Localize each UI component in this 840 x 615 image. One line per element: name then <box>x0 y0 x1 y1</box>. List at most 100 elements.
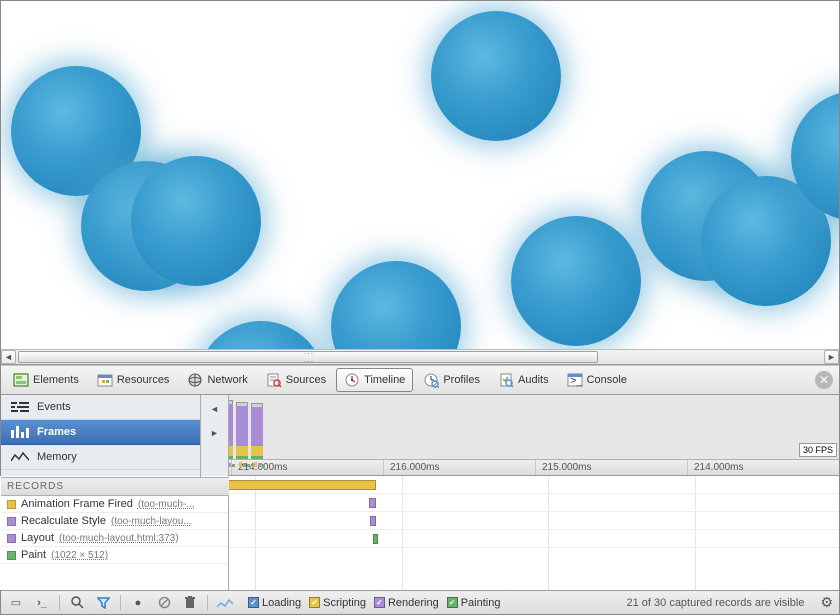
search-icon[interactable] <box>68 594 86 612</box>
canvas-row <box>201 512 839 530</box>
devtools-panel: Elements Resources Network Sources Timeline P… <box>1 365 839 614</box>
record-label: Recalculate Style <box>21 515 106 527</box>
dock-icon[interactable]: ▭ <box>7 594 25 612</box>
canvas-row <box>201 494 839 512</box>
sidebar-item-memory[interactable]: Memory <box>1 445 200 470</box>
console-icon: >_ <box>567 372 583 388</box>
record-icon[interactable]: ● <box>129 594 147 612</box>
fps-badge: 30 FPS <box>799 443 837 457</box>
timeline-bar[interactable] <box>226 480 376 490</box>
sources-icon <box>266 372 282 388</box>
legend: ✓Loading✓Scripting✓Rendering✓Painting <box>248 597 500 609</box>
records-area: ▶ <box>201 476 839 590</box>
next-frame-icon[interactable]: ► <box>205 423 225 443</box>
sidebar-item-frames[interactable]: Frames <box>1 420 200 445</box>
legend-label: Rendering <box>388 597 439 609</box>
legend-item-painting[interactable]: ✓Painting <box>447 597 501 609</box>
tab-elements[interactable]: Elements <box>5 368 87 392</box>
events-icon <box>11 400 29 414</box>
tab-label: Resources <box>117 374 170 386</box>
tab-console[interactable]: >_ Console <box>559 368 635 392</box>
filter-icon[interactable] <box>94 594 112 612</box>
checkbox-icon[interactable]: ✓ <box>309 597 320 608</box>
gear-icon[interactable]: ⚙ <box>820 594 833 611</box>
svg-text:>_: >_ <box>570 375 583 387</box>
frame-bar[interactable] <box>251 403 263 459</box>
records-header: RECORDS <box>1 477 229 496</box>
record-row[interactable]: Recalculate Style (too-much-layou... <box>1 513 228 530</box>
tab-timeline[interactable]: Timeline <box>336 368 413 392</box>
record-link[interactable]: (too-much-layou... <box>111 516 192 527</box>
tab-sources[interactable]: Sources <box>258 368 334 392</box>
record-label: Paint <box>21 549 46 561</box>
legend-label: Scripting <box>323 597 366 609</box>
page-viewport <box>1 1 839 349</box>
record-link[interactable]: (too-much-layout.html:373) <box>59 533 179 544</box>
checkbox-icon[interactable]: ✓ <box>374 597 385 608</box>
tab-label: Sources <box>286 374 326 386</box>
timeline-bar[interactable] <box>369 498 376 508</box>
tab-resources[interactable]: Resources <box>89 368 178 392</box>
audits-icon <box>498 372 514 388</box>
statusbar: ▭ ›_ ● ✓Loading✓Scripting✓Rendering✓Pain… <box>1 590 839 614</box>
trash-icon[interactable] <box>181 594 199 612</box>
tab-network[interactable]: Network <box>179 368 255 392</box>
sidebar-item-label: Memory <box>37 451 77 463</box>
sidebar-item-label: Events <box>37 401 71 413</box>
legend-label: Loading <box>262 597 301 609</box>
record-row[interactable]: Animation Frame Fired (too-much-... <box>1 496 228 513</box>
ball <box>431 11 561 141</box>
horizontal-scrollbar[interactable]: ◄ ► <box>1 349 839 365</box>
resources-icon <box>97 372 113 388</box>
clear-icon[interactable] <box>155 594 173 612</box>
tab-profiles[interactable]: Profiles <box>415 368 488 392</box>
glue-icon[interactable] <box>216 594 234 612</box>
records-canvas[interactable]: ▶ <box>201 476 839 590</box>
status-text: 21 of 30 captured records are visible <box>627 597 805 609</box>
record-label: Animation Frame Fired <box>21 498 133 510</box>
close-icon[interactable]: ✕ <box>815 371 833 389</box>
tab-label: Timeline <box>364 374 405 386</box>
devtools-tabbar: Elements Resources Network Sources Timeline P… <box>1 365 839 395</box>
frames-icon <box>11 425 29 439</box>
legend-label: Painting <box>461 597 501 609</box>
memory-icon <box>11 450 29 464</box>
frame-chart[interactable]: 30 FPS <box>201 395 839 460</box>
ball <box>131 156 261 286</box>
timeline-bar[interactable] <box>373 534 378 544</box>
record-link[interactable]: (1022 × 512) <box>51 550 108 561</box>
legend-item-loading[interactable]: ✓Loading <box>248 597 301 609</box>
elements-icon <box>13 372 29 388</box>
record-row[interactable]: Layout (too-much-layout.html:373) <box>1 530 228 547</box>
legend-item-rendering[interactable]: ✓Rendering <box>374 597 439 609</box>
frame-bar[interactable] <box>236 402 248 459</box>
scroll-left-icon[interactable]: ◄ <box>1 350 16 364</box>
scroll-right-icon[interactable]: ► <box>824 350 839 364</box>
scrollbar-thumb[interactable] <box>18 351 598 363</box>
record-link[interactable]: (too-much-... <box>138 499 195 510</box>
ball <box>511 216 641 346</box>
console-toggle-icon[interactable]: ›_ <box>33 594 51 612</box>
record-row[interactable]: Paint (1022 × 512) <box>1 547 228 564</box>
canvas-row <box>201 530 839 548</box>
legend-item-scripting[interactable]: ✓Scripting <box>309 597 366 609</box>
sidebar-item-label: Frames <box>37 426 76 438</box>
tab-label: Profiles <box>443 374 480 386</box>
tab-label: Network <box>207 374 247 386</box>
frame-actions: ◄ ► <box>201 395 229 476</box>
timeline-icon <box>344 372 360 388</box>
prev-frame-icon[interactable]: ◄ <box>205 399 225 419</box>
ball <box>196 321 326 349</box>
profiles-icon <box>423 372 439 388</box>
tab-audits[interactable]: Audits <box>490 368 557 392</box>
checkbox-icon[interactable]: ✓ <box>248 597 259 608</box>
sidebar-item-events[interactable]: Events <box>1 395 200 420</box>
timeline-pane: 30 FPS 214.000ms216.000ms215.000ms214.00… <box>201 395 839 590</box>
tab-label: Audits <box>518 374 549 386</box>
timeline-bar[interactable] <box>370 516 376 526</box>
tab-label: Console <box>587 374 627 386</box>
tab-label: Elements <box>33 374 79 386</box>
checkbox-icon[interactable]: ✓ <box>447 597 458 608</box>
record-label: Layout <box>21 532 54 544</box>
network-icon <box>187 372 203 388</box>
